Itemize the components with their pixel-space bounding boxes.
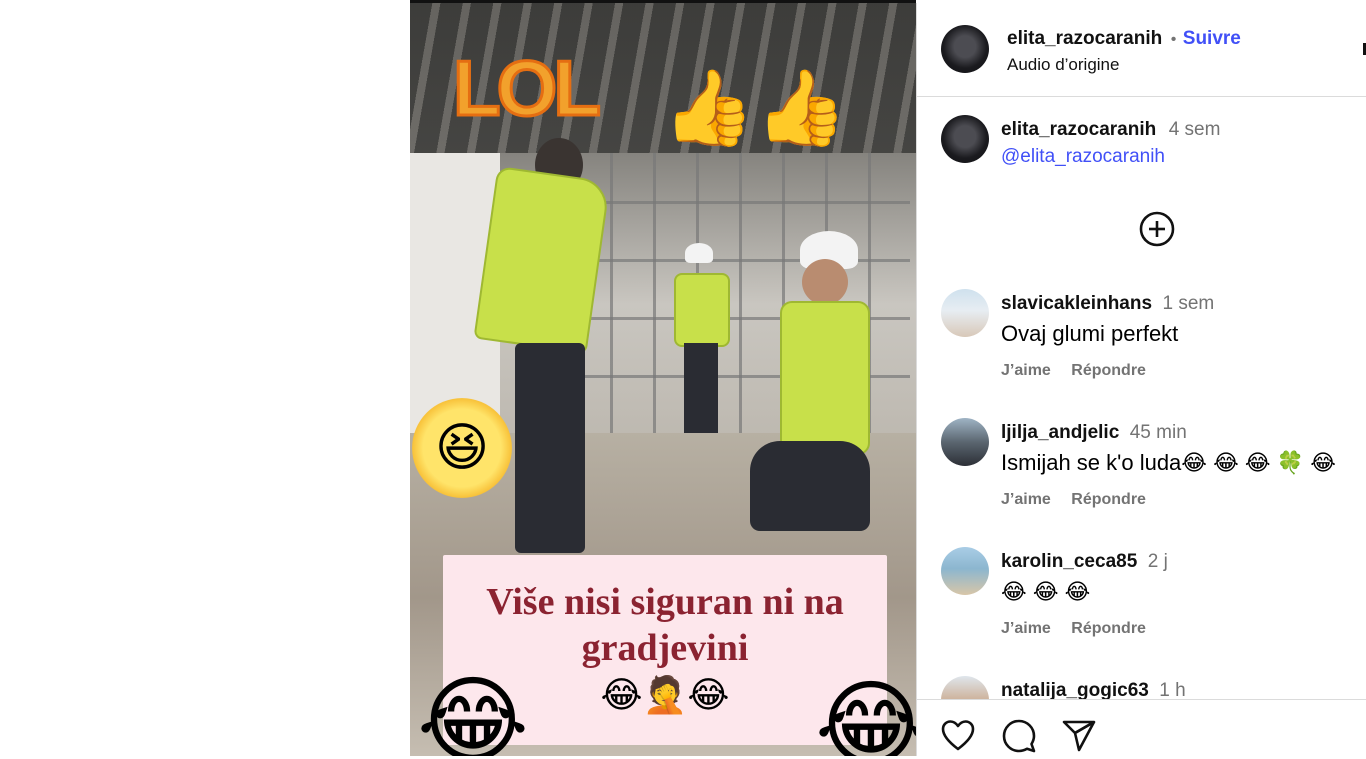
caption-line-1: Više nisi siguran ni na	[486, 581, 844, 623]
tears-of-joy-left-glyph: 😂	[416, 665, 530, 756]
author-avatar[interactable]	[941, 25, 989, 73]
plus-circle-icon[interactable]	[1139, 211, 1175, 247]
comment-username[interactable]: ljilja_andjelic	[1001, 422, 1119, 443]
caption-line-2: gradjevini	[581, 627, 749, 669]
worker-kneeling	[740, 231, 900, 541]
comment-time[interactable]: 1 h	[1159, 680, 1185, 701]
comment-icon[interactable]	[1001, 718, 1037, 754]
share-icon[interactable]	[1061, 718, 1097, 754]
like-comment-button[interactable]: J’aime	[1001, 620, 1051, 637]
heart-icon[interactable]	[940, 718, 976, 754]
comment-username[interactable]: slavicakleinhans	[1001, 293, 1152, 314]
reply-comment-button[interactable]: Répondre	[1071, 491, 1146, 508]
caption-emojis: 😂🤦😂	[600, 675, 730, 716]
laughing-sun-text: 😆	[434, 418, 490, 478]
comment-header: karolin_ceca85 2 j	[1001, 551, 1168, 573]
post-actions-bar	[916, 699, 1366, 757]
like-comment-button[interactable]: J’aime	[1001, 362, 1051, 379]
audio-label[interactable]: Audio d’origine	[1007, 55, 1119, 75]
thumbs-up-sticker-text: 👍👍	[662, 64, 848, 151]
post-header: elita_razocaranih • Suivre	[1007, 28, 1241, 50]
reply-comment-button[interactable]: Répondre	[1071, 362, 1146, 379]
comment-text: Ismijah se k'o luda😂 😂 😂 🍀 😂	[1001, 450, 1336, 475]
comment-text: 😂 😂 😂	[1001, 579, 1091, 604]
comment-header: slavicakleinhans 1 sem	[1001, 293, 1214, 315]
laughing-sun-sticker: 😆	[412, 398, 512, 498]
description-author-avatar[interactable]	[941, 115, 989, 163]
post-video[interactable]: LOL 👍👍 😆 Više nisi siguran ni na gradjev…	[410, 3, 916, 756]
reply-comment-button[interactable]: Répondre	[1071, 620, 1146, 637]
comment-time[interactable]: 1 sem	[1163, 293, 1215, 314]
comment-avatar[interactable]	[941, 547, 989, 595]
description-header: elita_razocaranih 4 sem	[1001, 119, 1220, 141]
thumbs-up-sticker: 👍👍	[655, 53, 855, 163]
comment-actions: J’aime Répondre	[1001, 620, 1146, 638]
worker-background	[660, 243, 740, 433]
comment-text: Ovaj glumi perfekt	[1001, 321, 1179, 346]
media-top-border	[410, 0, 916, 3]
comment-username[interactable]: natalija_gogic63	[1001, 680, 1149, 701]
comment-time[interactable]: 2 j	[1148, 551, 1168, 572]
panel-left-border	[916, 3, 917, 756]
description-author[interactable]: elita_razocaranih	[1001, 119, 1156, 140]
like-comment-button[interactable]: J’aime	[1001, 491, 1051, 508]
comment-avatar[interactable]	[941, 418, 989, 466]
post-side-panel: elita_razocaranih • Suivre Audio d’origi…	[916, 3, 1366, 757]
lol-sticker: LOL	[450, 33, 603, 143]
lol-sticker-text: LOL	[452, 42, 603, 133]
author-username[interactable]: elita_razocaranih	[1007, 28, 1162, 49]
worker-standing	[473, 133, 635, 553]
header-divider	[916, 96, 1366, 97]
comment-actions: J’aime Répondre	[1001, 491, 1146, 509]
comment-avatar[interactable]	[941, 289, 989, 337]
follow-button[interactable]: Suivre	[1183, 28, 1241, 49]
tears-of-joy-emoji-right: 😂	[806, 669, 916, 756]
header-separator: •	[1170, 31, 1177, 48]
comment-username[interactable]: karolin_ceca85	[1001, 551, 1137, 572]
comment-time[interactable]: 45 min	[1130, 422, 1187, 443]
comment-actions: J’aime Répondre	[1001, 362, 1146, 380]
description-mention[interactable]: @elita_razocaranih	[1001, 146, 1165, 168]
tears-of-joy-right-glyph: 😂	[814, 669, 916, 756]
tears-of-joy-emoji-left: 😂	[410, 665, 538, 756]
description-time[interactable]: 4 sem	[1169, 119, 1221, 140]
comment-header: ljilja_andjelic 45 min	[1001, 422, 1187, 444]
